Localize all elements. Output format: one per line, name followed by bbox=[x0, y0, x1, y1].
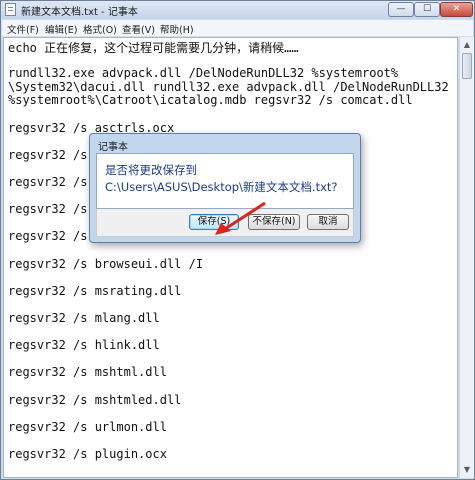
scroll-thumb[interactable] bbox=[462, 53, 472, 79]
menu-view[interactable]: 查看(V) bbox=[122, 22, 155, 36]
minimize-button[interactable]: — bbox=[388, 2, 414, 17]
close-button[interactable]: ✕ bbox=[440, 2, 473, 17]
scroll-up-arrow-icon[interactable]: ▲ bbox=[461, 38, 473, 52]
editor-line: echo 正在修复，这个过程可能需要几分钟，请稍候…… bbox=[8, 41, 299, 55]
editor-line: regsvr32 /s mlang.dll bbox=[8, 311, 160, 325]
editor-line: \System32\dacui.dll rundll32.exe advpack… bbox=[8, 79, 449, 94]
menu-bar: 文件(F) 编辑(E) 格式(O) 查看(V) 帮助(H) bbox=[2, 20, 473, 37]
editor-line: regsvr32 /s bbox=[8, 175, 88, 189]
editor-line: regsvr32 /s hlink.dll bbox=[8, 338, 160, 353]
dialog-message: 是否将更改保存到 C:\Users\ASUS\Desktop\新建文本文档.tx… bbox=[105, 163, 338, 194]
menu-format[interactable]: 格式(O) bbox=[83, 22, 117, 36]
annotation-arrow-icon bbox=[215, 201, 266, 235]
dialog-title: 记事本 bbox=[98, 142, 128, 153]
editor-line: regsvr32 /s bbox=[8, 229, 88, 244]
editor-line: regsvr32 /s plugin.ocx bbox=[8, 447, 167, 461]
editor-line: regsvr32 /s mshtmled.dll bbox=[8, 392, 182, 407]
notepad-window: 新建文本文档.txt - 记事本 — ☐ ✕ 文件(F) 编辑(E) 格式(O)… bbox=[0, 0, 475, 480]
menu-file[interactable]: 文件(F) bbox=[7, 22, 39, 36]
editor-line: regsvr32 /s mshtml.dll bbox=[8, 365, 167, 380]
menu-edit[interactable]: 编辑(E) bbox=[45, 22, 77, 36]
editor-line: %systemroot%\Catroot\icatalog.mdb regsvr… bbox=[8, 93, 413, 108]
vertical-scrollbar[interactable]: ▲ ▼ bbox=[459, 37, 474, 478]
editor-line: regsvr32 /s urlmon.dll bbox=[8, 419, 167, 434]
editor-line: regsvr32 /s bbox=[8, 202, 88, 217]
scroll-down-arrow-icon[interactable]: ▼ bbox=[461, 463, 473, 477]
cancel-button[interactable]: 取消 bbox=[307, 214, 349, 230]
notepad-icon bbox=[5, 3, 16, 16]
editor-line: regsvr32 /s browseui.dll /I bbox=[8, 256, 204, 271]
text-editor-area[interactable]: echo 正在修复，这个过程可能需要几分钟，请稍候…… rundll32.exe … bbox=[3, 37, 458, 478]
maximize-button[interactable]: ☐ bbox=[414, 2, 440, 17]
window-title: 新建文本文档.txt - 记事本 bbox=[21, 7, 138, 18]
menu-help[interactable]: 帮助(H) bbox=[160, 22, 194, 36]
title-bar[interactable]: 新建文本文档.txt - 记事本 — ☐ ✕ bbox=[1, 1, 474, 19]
editor-line: regsvr32 /s msrating.dll bbox=[8, 283, 182, 298]
editor-line: regsvr32 /s bbox=[8, 147, 88, 162]
editor-line: rundll32.exe advpack.dll /DelNodeRunDLL3… bbox=[8, 66, 399, 81]
